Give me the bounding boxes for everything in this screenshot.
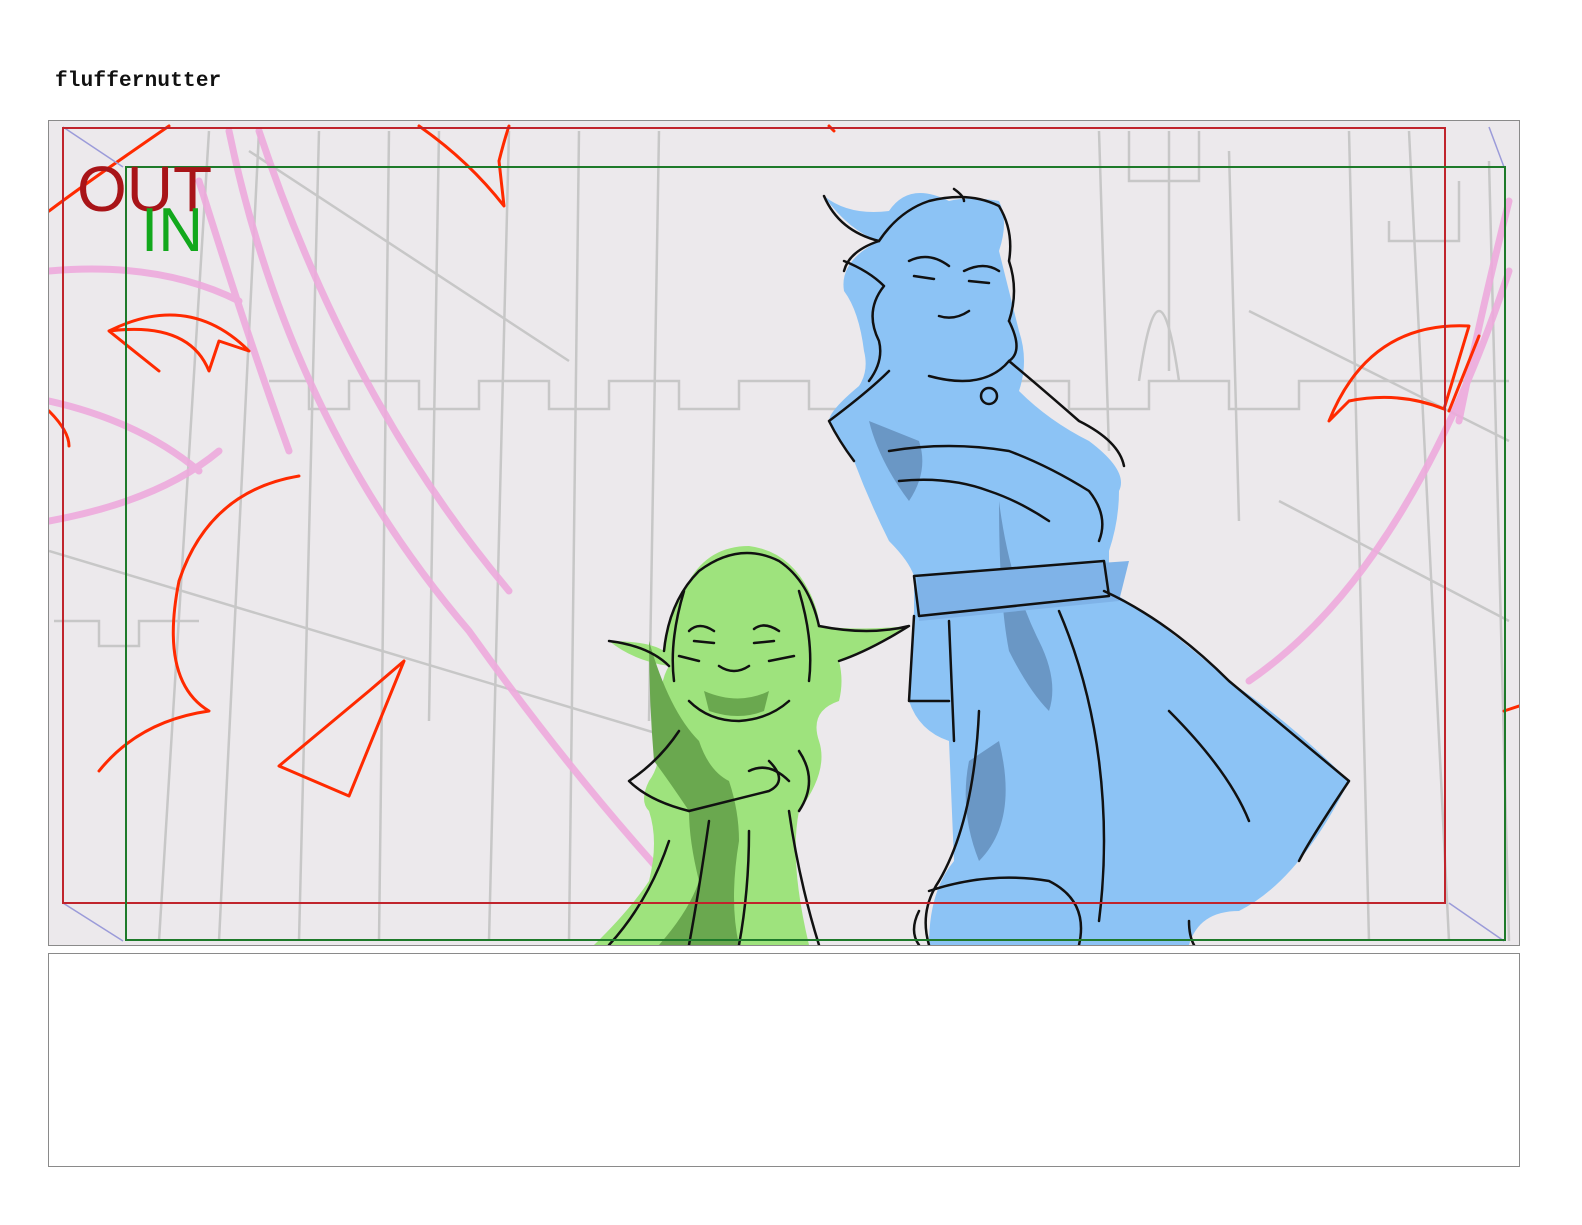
panel-notes-box[interactable] <box>48 953 1520 1167</box>
board-title: fluffernutter <box>55 70 222 93</box>
storyboard-panel: OUT IN <box>48 120 1520 946</box>
panel-drawing: OUT IN <box>49 124 1519 945</box>
in-frame-label: IN <box>141 196 203 265</box>
tall-character-figure <box>822 187 1351 945</box>
small-character-figure <box>594 546 911 945</box>
panel-notes-text <box>49 954 1519 978</box>
